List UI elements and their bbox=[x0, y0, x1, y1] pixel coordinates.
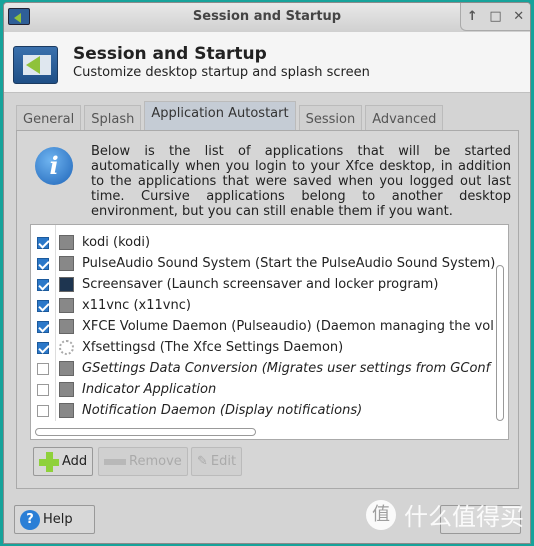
generic-app-icon bbox=[59, 298, 74, 313]
generic-app-icon bbox=[59, 382, 74, 397]
list-item[interactable]: kodi (kodi) bbox=[31, 232, 150, 253]
list-item[interactable]: Screensaver (Launch screensaver and lock… bbox=[31, 274, 438, 295]
help-icon: ? bbox=[20, 509, 40, 530]
enable-checkbox[interactable] bbox=[37, 383, 49, 396]
page-title: Session and Startup bbox=[73, 44, 267, 64]
vertical-scrollbar[interactable] bbox=[496, 265, 504, 421]
list-item[interactable]: Indicator Application bbox=[31, 379, 216, 400]
enable-checkbox[interactable] bbox=[37, 299, 49, 312]
list-item[interactable]: x11vnc (x11vnc) bbox=[31, 295, 191, 316]
tab-advanced[interactable]: Advanced bbox=[365, 105, 444, 132]
list-item[interactable]: Notification Daemon (Display notificatio… bbox=[31, 400, 362, 421]
help-button[interactable]: ? Help bbox=[14, 505, 95, 534]
enable-checkbox[interactable] bbox=[37, 257, 49, 270]
app-icon bbox=[8, 8, 30, 25]
enable-checkbox[interactable] bbox=[37, 341, 49, 354]
generic-app-icon bbox=[59, 403, 74, 418]
enable-checkbox[interactable] bbox=[37, 404, 49, 417]
enable-checkbox[interactable] bbox=[37, 236, 49, 249]
app-label: kodi (kodi) bbox=[82, 235, 151, 250]
autostart-panel: i Below is the list of applications that… bbox=[16, 130, 519, 489]
edit-label: Edit bbox=[210, 454, 237, 469]
session-icon bbox=[13, 46, 58, 84]
add-button[interactable]: Add bbox=[33, 447, 94, 476]
enable-checkbox[interactable] bbox=[37, 278, 49, 291]
shade-icon[interactable]: ↑ bbox=[467, 3, 478, 31]
list-item[interactable]: XFCE Volume Daemon (Pulseaudio) (Daemon … bbox=[31, 316, 494, 337]
info-icon: i bbox=[35, 147, 73, 185]
tab-bar: General Splash Application Autostart Ses… bbox=[16, 101, 444, 132]
tab-session[interactable]: Session bbox=[298, 105, 363, 132]
remove-icon bbox=[104, 458, 126, 465]
remove-label: Remove bbox=[129, 454, 182, 469]
remove-button[interactable]: Remove bbox=[98, 447, 188, 476]
session-startup-window: Session and Startup ↑ □ ✕ Session and St… bbox=[3, 2, 531, 544]
autostart-list: kodi (kodi) PulseAudio Sound System (Star… bbox=[30, 224, 509, 440]
app-label: Xfsettingsd (The Xfce Settings Daemon) bbox=[82, 340, 344, 355]
tab-splash[interactable]: Splash bbox=[84, 105, 142, 132]
app-label: Indicator Application bbox=[82, 382, 217, 397]
title-bar[interactable]: Session and Startup ↑ □ ✕ bbox=[4, 3, 530, 32]
generic-app-icon bbox=[59, 235, 74, 250]
generic-app-icon bbox=[59, 319, 74, 334]
edit-button[interactable]: ✎ Edit bbox=[191, 447, 243, 476]
window-title: Session and Startup bbox=[192, 9, 342, 24]
pencil-icon: ✎ bbox=[197, 454, 208, 469]
page-subtitle: Customize desktop startup and splash scr… bbox=[73, 65, 370, 80]
watermark-text: 什么值得买 bbox=[404, 503, 524, 531]
list-item[interactable]: GSettings Data Conversion (Migrates user… bbox=[31, 358, 490, 379]
list-item[interactable]: PulseAudio Sound System (Start the Pulse… bbox=[31, 253, 495, 274]
app-label: PulseAudio Sound System (Start the Pulse… bbox=[82, 256, 496, 271]
add-icon bbox=[39, 451, 59, 472]
list-item[interactable]: Xfsettingsd (The Xfce Settings Daemon) bbox=[31, 337, 343, 358]
app-label: Screensaver (Launch screensaver and lock… bbox=[82, 277, 439, 292]
enable-checkbox[interactable] bbox=[37, 320, 49, 333]
generic-app-icon bbox=[59, 361, 74, 376]
maximize-icon[interactable]: □ bbox=[489, 3, 501, 31]
app-label: Notification Daemon (Display notificatio… bbox=[82, 403, 363, 418]
close-icon[interactable]: ✕ bbox=[513, 3, 524, 31]
app-label: x11vnc (x11vnc) bbox=[82, 298, 191, 313]
add-label: Add bbox=[62, 454, 88, 469]
horizontal-scrollbar[interactable] bbox=[35, 428, 256, 436]
enable-checkbox[interactable] bbox=[37, 362, 49, 375]
watermark-logo: 值 bbox=[366, 499, 396, 530]
generic-app-icon bbox=[59, 256, 74, 271]
watermark: 值什么值得买 bbox=[366, 497, 524, 532]
help-label: Help bbox=[43, 512, 73, 527]
screensaver-icon bbox=[59, 277, 74, 292]
tab-application-autostart[interactable]: Application Autostart bbox=[144, 101, 296, 132]
tab-general[interactable]: General bbox=[16, 105, 82, 132]
app-label: GSettings Data Conversion (Migrates user… bbox=[82, 361, 491, 376]
info-text: Below is the list of applications that w… bbox=[91, 144, 511, 219]
header: Session and Startup Customize desktop st… bbox=[4, 32, 530, 93]
gear-icon bbox=[59, 340, 74, 355]
app-label: XFCE Volume Daemon (Pulseaudio) (Daemon … bbox=[82, 319, 494, 334]
